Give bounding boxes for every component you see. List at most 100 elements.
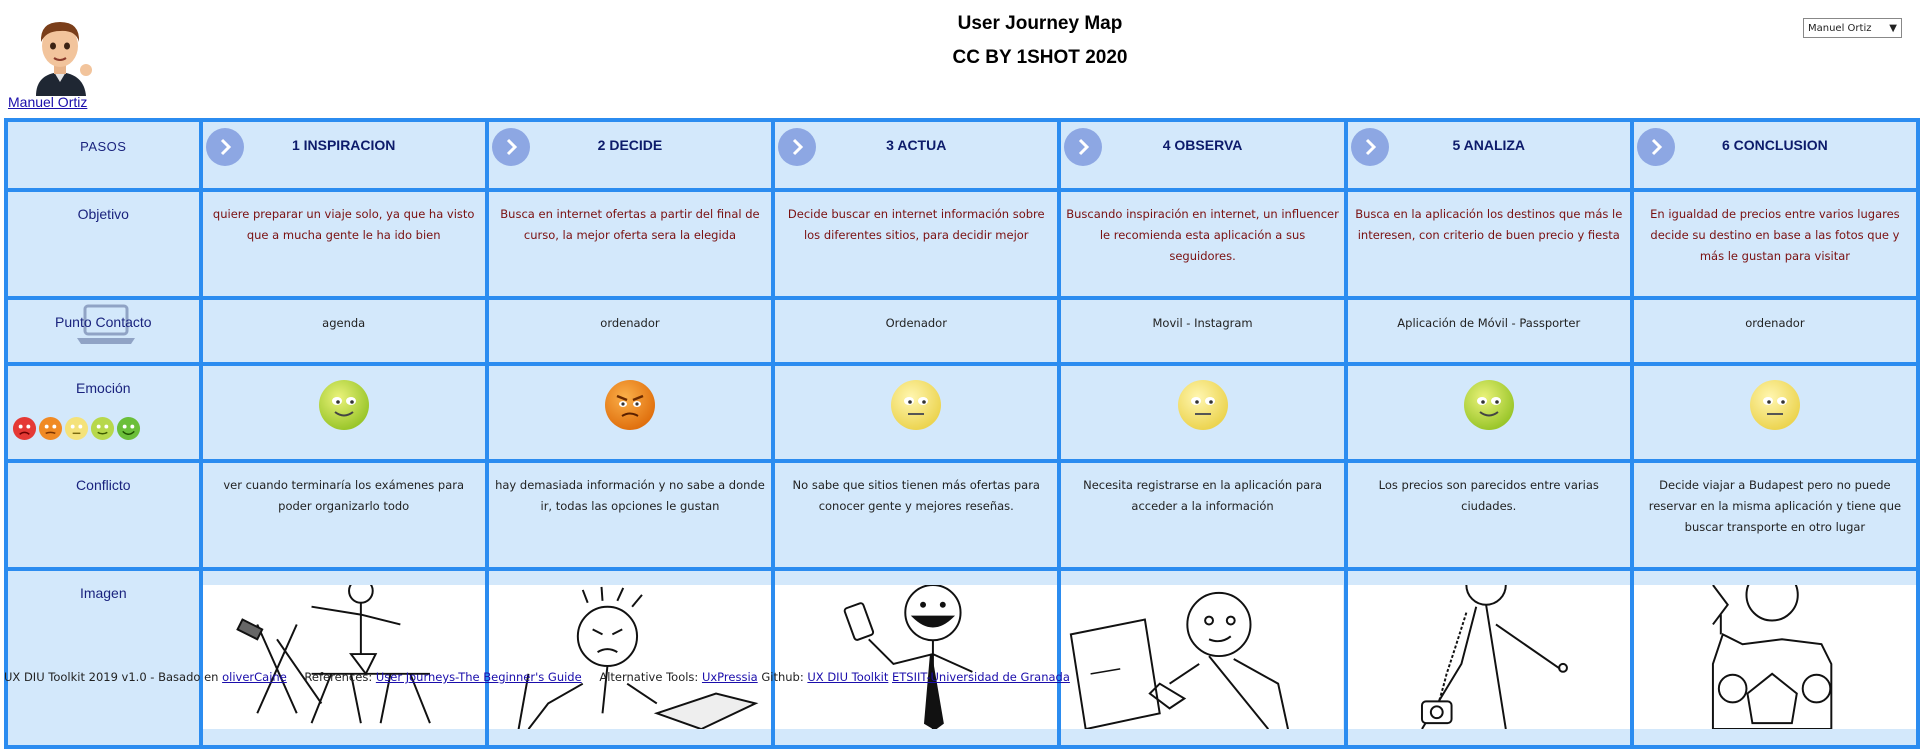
very-sad-face-icon[interactable] <box>12 416 37 441</box>
contacto-text: Aplicación de Móvil - Passporter <box>1397 316 1581 330</box>
conflicto-text: hay demasiada información y no sabe a do… <box>495 478 765 513</box>
conflicto-text: No sabe que sitios tienen más ofertas pa… <box>792 478 1040 513</box>
person-relaxing-illustration <box>1633 585 1916 730</box>
objetivo-text: quiere preparar un viaje solo, ya que ha… <box>212 207 475 242</box>
user-select-value: Manuel Ortiz <box>1808 23 1872 34</box>
step-header-2: 2 DECIDE <box>488 122 772 188</box>
objetivo-cell[interactable]: Busca en internet ofertas a partir del f… <box>488 192 772 296</box>
footer-prefix: UX DIU Toolkit 2019 v1.0 - Basado en <box>4 670 219 684</box>
contacto-cell[interactable]: agenda <box>202 300 485 362</box>
step-header-5: 5 ANALIZA <box>1347 122 1630 188</box>
conflicto-text: Necesita registrarse en la aplicación pa… <box>1083 478 1322 513</box>
contacto-cell[interactable]: Movil - Instagram <box>1061 300 1344 362</box>
contacto-text: Movil - Instagram <box>1152 316 1253 330</box>
emocion-cell[interactable] <box>488 366 772 459</box>
contacto-text: Ordenador <box>885 316 947 330</box>
contacto-cell[interactable]: ordenador <box>1633 300 1916 362</box>
step-title: 1 INSPIRACION <box>291 137 396 153</box>
row-label-conflicto: Conflicto <box>8 463 199 567</box>
objetivo-cell[interactable]: Decide buscar en internet información so… <box>775 192 1058 296</box>
step-title: 6 CONCLUSION <box>1722 137 1828 153</box>
angry-face-icon <box>604 380 655 430</box>
contacto-cell[interactable]: Aplicación de Móvil - Passporter <box>1347 300 1630 362</box>
emocion-cell[interactable] <box>1633 366 1916 459</box>
contacto-text: agenda <box>322 316 366 330</box>
person-planning-illustration <box>202 585 485 730</box>
neutral-face-icon <box>1177 380 1228 430</box>
row-label-imagen: Imagen <box>8 571 199 745</box>
imagen-cell[interactable] <box>202 571 485 745</box>
objetivo-text: En igualdad de precios entre varios luga… <box>1650 207 1900 263</box>
person-at-computer-illustration <box>1061 585 1344 730</box>
row-label-emocion: Emoción <box>8 366 199 459</box>
conflicto-text: Los precios son parecidos entre varias c… <box>1378 478 1599 513</box>
emocion-cell[interactable] <box>1061 366 1344 459</box>
page-subtitle: CC BY 1SHOT 2020 <box>952 47 1128 68</box>
footer-link-olivercaine[interactable]: oliverCaine <box>222 670 287 684</box>
objetivo-text: Busca en internet ofertas a partir del f… <box>500 207 760 242</box>
imagen-cell[interactable] <box>1347 571 1630 745</box>
footer-references-label: References: <box>304 670 373 684</box>
conflicto-text: Decide viajar a Budapest pero no puede r… <box>1648 478 1902 534</box>
row-label-contacto: Punto Contacto <box>8 300 199 362</box>
neutral-face-icon[interactable] <box>64 416 89 441</box>
step-title: 2 DECIDE <box>597 137 663 153</box>
person-on-telephone-illustration <box>1347 585 1630 729</box>
emotion-scale <box>12 416 141 441</box>
footer-link-uxpressia[interactable]: UxPressia <box>702 670 758 684</box>
emocion-cell[interactable] <box>202 366 485 459</box>
objetivo-text: Decide buscar en internet información so… <box>787 207 1045 242</box>
imagen-cell[interactable] <box>1061 571 1344 745</box>
step-title: 5 ANALIZA <box>1452 137 1526 153</box>
step-title: 4 OBSERVA <box>1162 137 1243 153</box>
objetivo-text: Buscando inspiración en internet, un inf… <box>1066 207 1339 263</box>
conflicto-cell[interactable]: hay demasiada información y no sabe a do… <box>488 463 772 567</box>
footer-github-label: Github: <box>761 670 804 684</box>
objetivo-text: Busca en la aplicación los destinos que … <box>1355 207 1623 242</box>
objetivo-cell[interactable]: quiere preparar un viaje solo, ya que ha… <box>202 192 485 296</box>
contacto-text: ordenador <box>1745 316 1805 330</box>
objetivo-cell[interactable]: Buscando inspiración en internet, un inf… <box>1061 192 1344 296</box>
conflicto-text: ver cuando terminaría los exámenes para … <box>223 478 465 513</box>
footer-link-etsiit[interactable]: ETSIIT-Universidad de Granada <box>892 670 1070 684</box>
user-name-link[interactable]: Manuel Ortiz <box>8 94 87 110</box>
emocion-cell[interactable] <box>1347 366 1630 459</box>
sad-face-icon[interactable] <box>38 416 63 441</box>
conflicto-cell[interactable]: ver cuando terminaría los exámenes para … <box>202 463 485 567</box>
conflicto-cell[interactable]: Necesita registrarse en la aplicación pa… <box>1061 463 1344 567</box>
imagen-cell[interactable] <box>775 571 1058 745</box>
objetivo-cell[interactable]: Busca en la aplicación los destinos que … <box>1347 192 1630 296</box>
row-label-pasos: PASOS <box>8 122 199 188</box>
objetivo-cell[interactable]: En igualdad de precios entre varios luga… <box>1633 192 1916 296</box>
contacto-cell[interactable]: Ordenador <box>775 300 1058 362</box>
emocion-cell[interactable] <box>775 366 1058 459</box>
user-select[interactable]: Manuel Ortiz ▼ <box>1803 18 1902 38</box>
footer-link-user-journeys[interactable]: User Journeys-The Beginner's Guide <box>376 670 582 684</box>
happy-face-icon <box>318 380 369 430</box>
conflicto-cell[interactable]: No sabe que sitios tienen más ofertas pa… <box>775 463 1058 567</box>
row-label-objetivo: Objetivo <box>8 192 199 296</box>
row-label-emocion-text: Emoción <box>76 380 131 396</box>
imagen-cell[interactable] <box>488 571 772 745</box>
step-title: 3 ACTUA <box>886 137 947 153</box>
neutral-face-icon <box>1749 380 1800 430</box>
happy-face-icon[interactable] <box>116 416 141 441</box>
page-title: User Journey Map <box>957 13 1123 34</box>
imagen-cell[interactable] <box>1633 571 1916 745</box>
contacto-cell[interactable]: ordenador <box>488 300 772 362</box>
journey-table: PASOS 1 INSPIRACION 2 DECIDE 3 ACTUA 4 O… <box>4 118 1920 749</box>
chevron-down-icon: ▼ <box>1889 23 1897 34</box>
conflicto-cell[interactable]: Los precios son parecidos entre varias c… <box>1347 463 1630 567</box>
contacto-text: ordenador <box>600 316 660 330</box>
person-with-phone-illustration <box>775 585 1058 730</box>
row-label-contacto-text: Punto Contacto <box>55 314 152 330</box>
footer-alt-tools-label: Alternative Tools: <box>599 670 699 684</box>
happy-face-icon <box>1463 380 1514 430</box>
frustrated-person-illustration <box>488 585 772 730</box>
footer-link-ux-diu-toolkit[interactable]: UX DIU Toolkit <box>807 670 888 684</box>
step-header-4: 4 OBSERVA <box>1061 122 1344 188</box>
content-face-icon[interactable] <box>90 416 115 441</box>
step-header-1: 1 INSPIRACION <box>202 122 485 188</box>
step-header-3: 3 ACTUA <box>775 122 1058 188</box>
conflicto-cell[interactable]: Decide viajar a Budapest pero no puede r… <box>1633 463 1916 567</box>
